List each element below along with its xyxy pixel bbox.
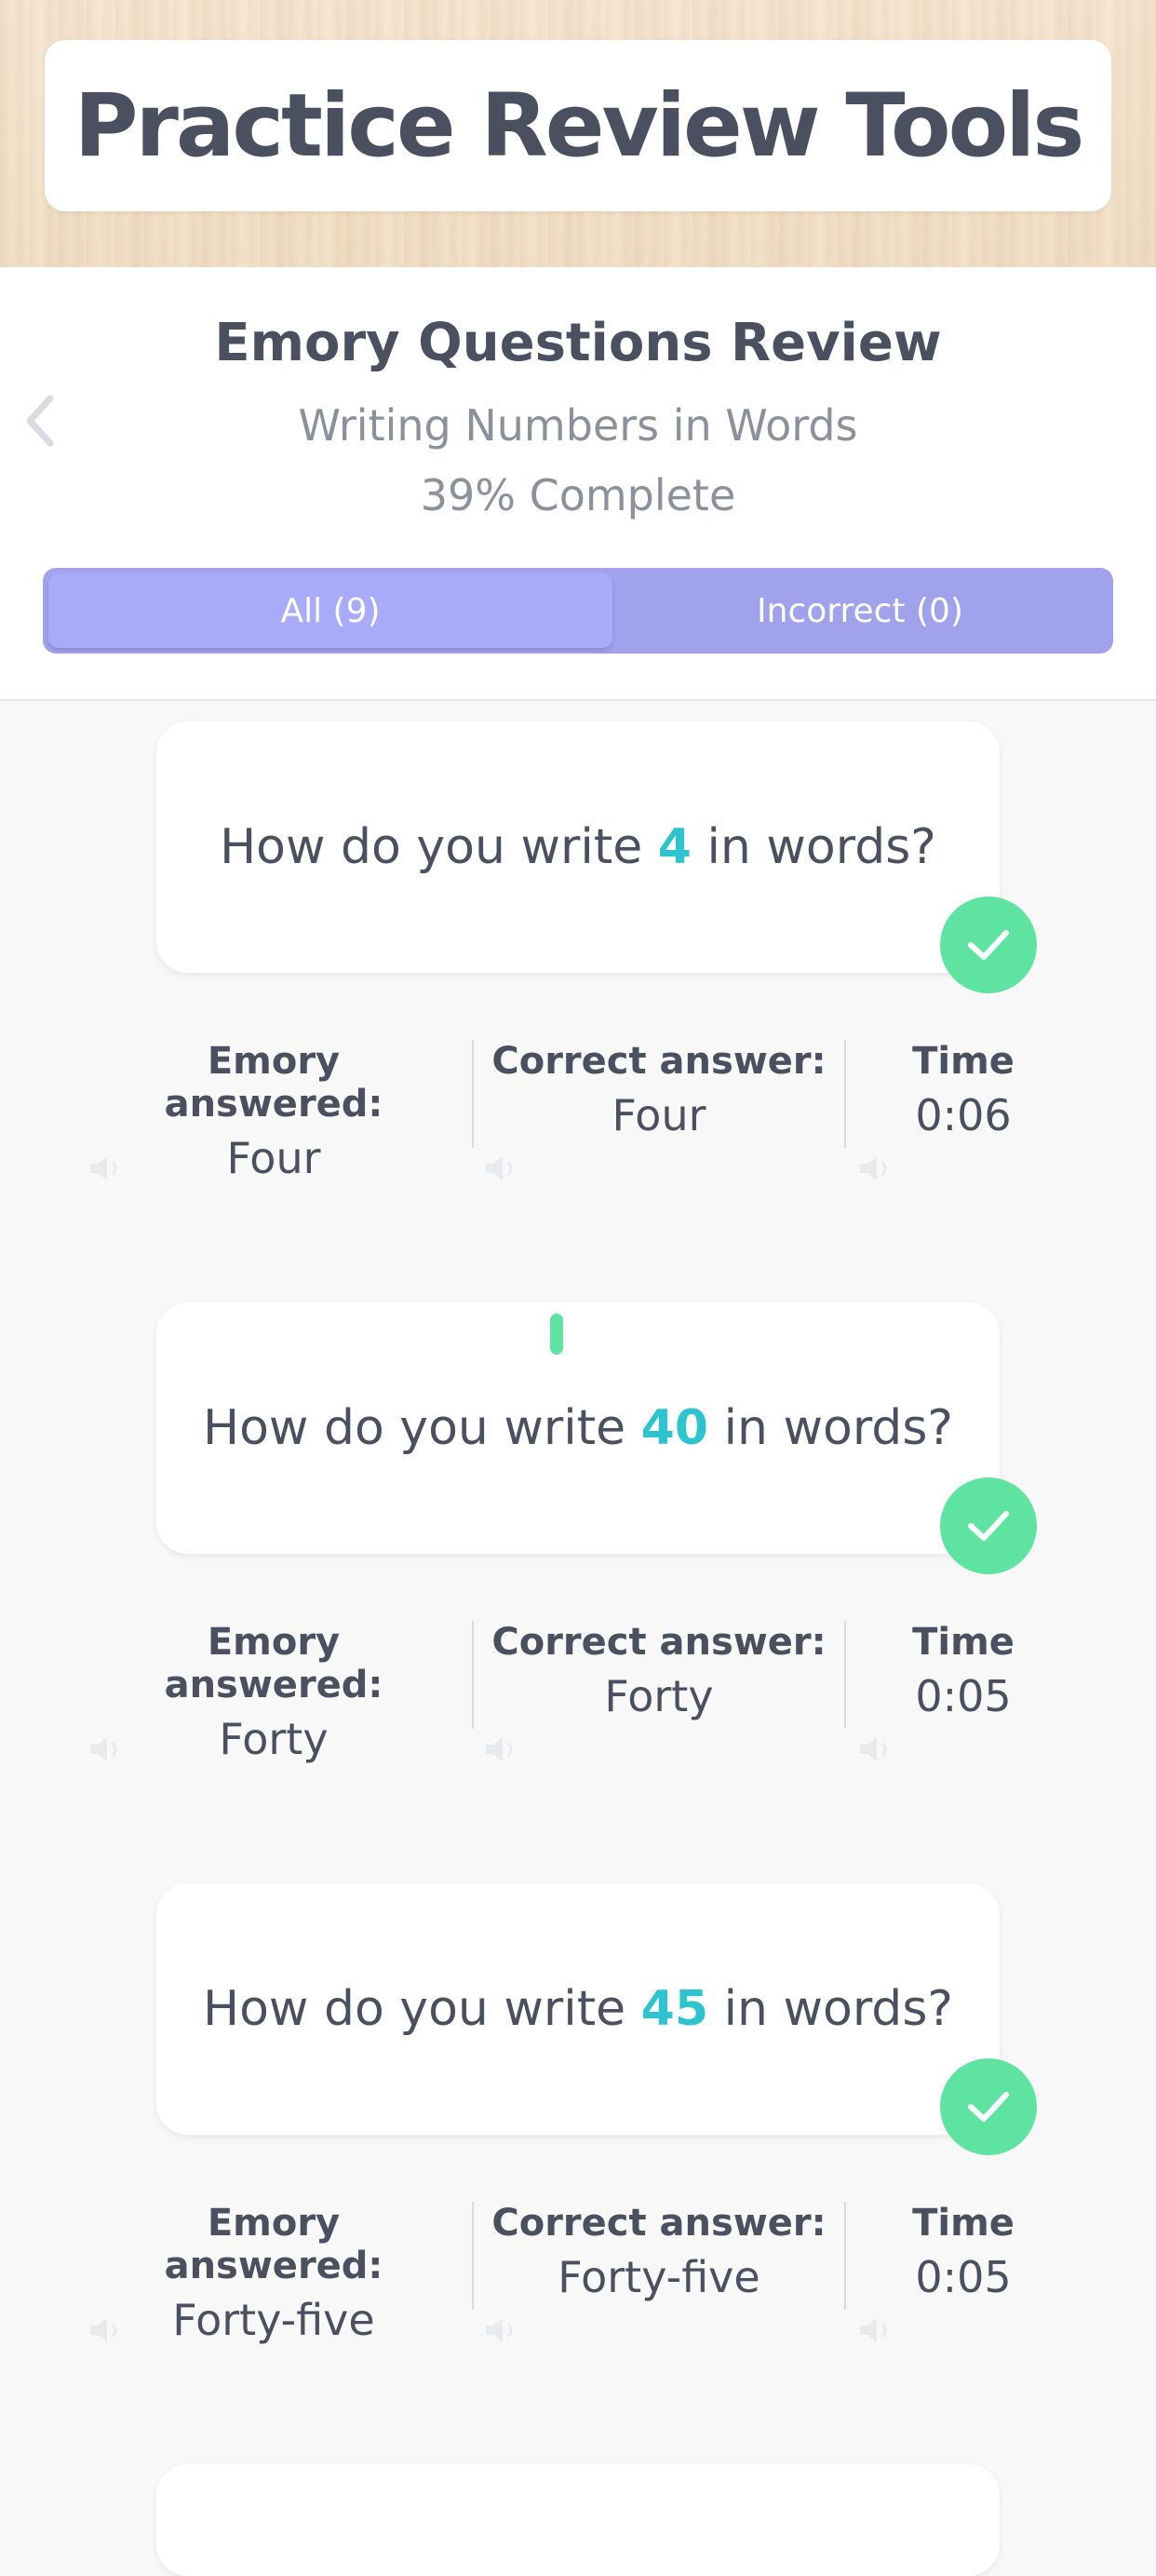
time-label: Time	[912, 2202, 1015, 2245]
speaker-icon[interactable]	[858, 1735, 895, 1763]
time-value: 0:05	[915, 1671, 1012, 1721]
question-number: 4	[657, 819, 692, 875]
filter-tabs: All (9) Incorrect (0)	[43, 568, 1113, 654]
answered-column: Emory answered: Four	[101, 1040, 447, 1183]
answered-column: Emory answered: Forty	[101, 1621, 447, 1764]
question-text: How do you write 4 in words?	[220, 819, 936, 875]
divider	[472, 1621, 474, 1729]
question-text: How do you write 45 in words?	[202, 1981, 954, 2037]
answered-column: Emory answered: Forty-five	[101, 2202, 447, 2345]
question-number: 40	[640, 1400, 709, 1456]
tab-all[interactable]: All (9)	[48, 573, 612, 648]
checkmark-icon	[968, 930, 1009, 960]
time-value: 0:05	[915, 2252, 1012, 2302]
review-subtitle: Writing Numbers in Words	[298, 400, 858, 451]
answered-label: Emory answered:	[164, 1621, 383, 1706]
correct-value: Forty-five	[558, 2252, 760, 2302]
time-label: Time	[912, 1040, 1015, 1083]
speaker-icon[interactable]	[88, 1735, 126, 1763]
question-text: How do you write 40 in words?	[202, 1400, 954, 1456]
divider	[844, 1621, 846, 1729]
correct-column: Correct answer: Forty-five	[491, 2202, 827, 2302]
tab-incorrect[interactable]: Incorrect (0)	[612, 573, 1108, 648]
question-card[interactable]: How do you write 45 in words?	[156, 1883, 1000, 2135]
answered-label: Emory answered:	[164, 1040, 383, 1126]
page-title: Practice Review Tools	[74, 74, 1085, 177]
correct-label: Correct answer:	[491, 1040, 827, 1083]
answered-label: Emory answered:	[164, 2202, 383, 2287]
speaker-icon[interactable]	[88, 1154, 126, 1182]
review-title: Emory Questions Review	[214, 313, 942, 373]
checkmark-icon	[968, 1511, 1009, 1541]
divider	[844, 2202, 846, 2310]
question-item: How do you write 40 in words? Emory answ…	[0, 1302, 1156, 1824]
divider	[472, 2202, 474, 2310]
question-number: 45	[640, 1981, 709, 2037]
speaker-icon[interactable]	[484, 1154, 521, 1182]
correct-value: Four	[612, 1090, 706, 1140]
time-column: Time 0:05	[866, 2202, 1061, 2302]
speaker-icon[interactable]	[858, 2316, 895, 2344]
correct-status-badge	[940, 1477, 1037, 1574]
correct-value: Forty	[604, 1671, 714, 1721]
question-card[interactable]: How do you write 4 in words?	[156, 722, 1000, 973]
time-value: 0:06	[915, 1090, 1012, 1140]
divider	[472, 1040, 474, 1148]
answered-value: Forty	[219, 1714, 329, 1764]
speaker-icon[interactable]	[484, 1735, 521, 1763]
question-item: How do you write 4 in words? Emory answe…	[0, 722, 1156, 1243]
speaker-icon[interactable]	[484, 2316, 521, 2344]
progress-text: 39% Complete	[420, 470, 736, 520]
divider	[844, 1040, 846, 1148]
header-card: Practice Review Tools	[45, 40, 1111, 211]
answered-value: Four	[226, 1133, 321, 1183]
header-banner: Practice Review Tools	[0, 0, 1156, 267]
correct-status-badge	[940, 2058, 1037, 2155]
correct-label: Correct answer:	[491, 2202, 827, 2245]
question-item: How do you write 45 in words? Emory answ…	[0, 1883, 1156, 2405]
question-card[interactable]: How do you write 40 in words?	[156, 1302, 1000, 1554]
speaker-icon[interactable]	[858, 1154, 895, 1182]
time-column: Time 0:05	[866, 1621, 1061, 1721]
correct-label: Correct answer:	[491, 1621, 827, 1664]
answered-value: Forty-five	[172, 2295, 375, 2345]
time-label: Time	[912, 1621, 1015, 1664]
question-card[interactable]	[156, 2464, 1000, 2576]
speaker-icon[interactable]	[88, 2316, 126, 2344]
time-column: Time 0:06	[866, 1040, 1061, 1140]
checkmark-icon	[968, 2092, 1009, 2122]
scroll-indicator	[550, 1314, 563, 1355]
correct-column: Correct answer: Four	[491, 1040, 827, 1140]
correct-column: Correct answer: Forty	[491, 1621, 827, 1721]
correct-status-badge	[940, 897, 1037, 993]
